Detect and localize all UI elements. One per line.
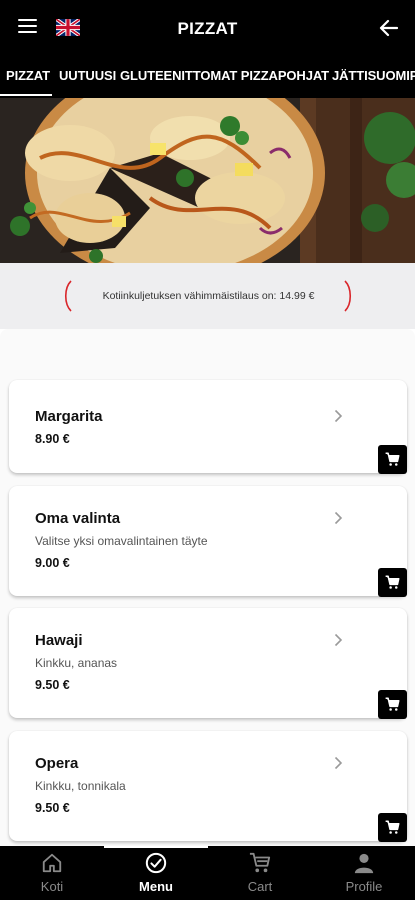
nav-label: Profile bbox=[345, 879, 383, 894]
product-card[interactable]: Opera Kinkku, tonnikala 9.50 € bbox=[9, 731, 407, 842]
nav-cart[interactable]: Cart bbox=[208, 846, 312, 900]
add-to-cart-button[interactable] bbox=[378, 445, 407, 474]
product-card[interactable]: Hawaji Kinkku, ananas 9.50 € bbox=[9, 608, 407, 719]
cart-icon bbox=[385, 697, 400, 711]
nav-label: Cart bbox=[247, 879, 273, 894]
minimum-order-notice: Kotiinkuljetuksen vähimmäistilaus on: 14… bbox=[102, 290, 315, 302]
nav-koti[interactable]: Koti bbox=[0, 846, 104, 900]
add-to-cart-button[interactable] bbox=[378, 568, 407, 597]
product-price: 9.50 € bbox=[35, 678, 70, 692]
product-price: 8.90 € bbox=[35, 432, 70, 446]
product-description: Kinkku, ananas bbox=[35, 656, 118, 670]
page-title: PIZZAT bbox=[177, 19, 238, 38]
nav-profile[interactable]: Profile bbox=[312, 846, 415, 900]
tab-uutuusi[interactable]: UUTUUSI bbox=[59, 68, 116, 83]
product-description: Valitse yksi omavalintainen täyte bbox=[35, 534, 208, 548]
nav-menu[interactable]: Menu bbox=[104, 846, 208, 900]
product-card[interactable]: Oma valinta Valitse yksi omavalintainen … bbox=[9, 486, 407, 597]
tab-jattisuomip[interactable]: JÄTTISUOMIP bbox=[332, 68, 415, 83]
tab-pizzat[interactable]: PIZZAT bbox=[6, 68, 50, 83]
nav-label: Menu bbox=[139, 879, 173, 894]
bottom-navigation: Koti Menu Cart Profile bbox=[0, 846, 415, 900]
top-app-bar: PIZZAT bbox=[0, 0, 415, 60]
add-to-cart-button[interactable] bbox=[378, 813, 407, 842]
pizza-hero-image bbox=[0, 98, 415, 263]
chevron-right-icon bbox=[334, 756, 343, 770]
chevron-right-icon bbox=[334, 633, 343, 647]
cart-icon bbox=[385, 452, 400, 466]
product-price: 9.00 € bbox=[35, 556, 70, 570]
product-price: 9.50 € bbox=[35, 801, 70, 815]
product-name: Oma valinta bbox=[35, 510, 121, 527]
cart-icon bbox=[249, 852, 271, 873]
nav-label: Koti bbox=[40, 879, 64, 894]
product-name: Opera bbox=[35, 755, 79, 772]
cart-icon bbox=[385, 820, 400, 834]
product-description: Kinkku, tonnikala bbox=[35, 779, 126, 793]
category-tabs: PIZZAT UUTUUSI GLUTEENITTOMAT PIZZAPOHJA… bbox=[0, 60, 415, 100]
arrow-left-icon[interactable] bbox=[377, 16, 401, 40]
notice-right-bracket bbox=[344, 280, 352, 312]
chevron-right-icon bbox=[334, 409, 343, 423]
product-card[interactable]: Margarita 8.90 € bbox=[9, 380, 407, 474]
cart-icon bbox=[385, 575, 400, 589]
chevron-right-icon bbox=[334, 511, 343, 525]
person-icon bbox=[354, 853, 374, 874]
home-icon bbox=[42, 853, 62, 873]
product-name: Hawaji bbox=[35, 632, 83, 649]
active-tab-indicator bbox=[0, 94, 52, 96]
add-to-cart-button[interactable] bbox=[378, 690, 407, 719]
check-circle-icon bbox=[145, 852, 167, 874]
product-name: Margarita bbox=[35, 408, 103, 425]
tab-gluteenittomat-pizzapohjat[interactable]: GLUTEENITTOMAT PIZZAPOHJAT bbox=[120, 68, 329, 83]
